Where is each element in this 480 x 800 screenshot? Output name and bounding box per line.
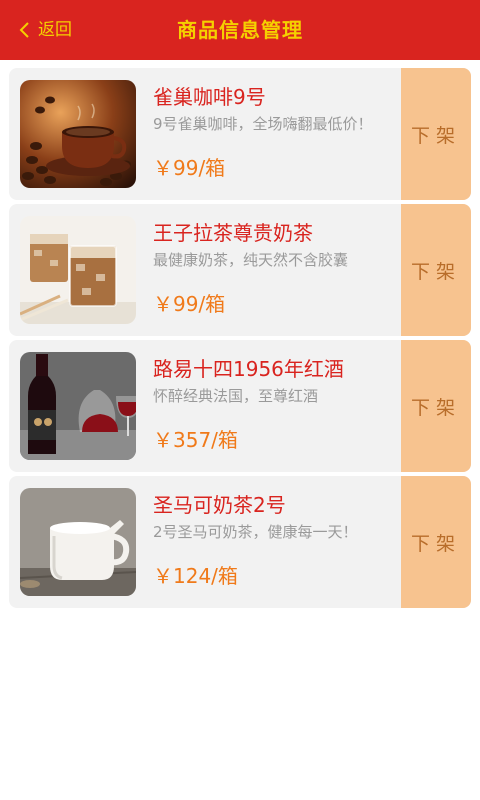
take-down-button[interactable]: 下架 (401, 340, 471, 472)
take-down-button[interactable]: 下架 (401, 204, 471, 336)
product-name: 圣马可奶茶2号 (153, 493, 286, 517)
product-price: ￥99/箱 (153, 156, 226, 180)
product-image-coffee[interactable] (20, 80, 136, 188)
product-price: ￥124/箱 (153, 564, 238, 588)
product-desc: 9号雀巢咖啡，全场嗨翻最低价！ (153, 115, 373, 133)
product-desc: 2号圣马可奶茶，健康每一天！ (153, 523, 358, 541)
product-image-milk-tea[interactable] (20, 216, 136, 324)
back-button[interactable]: 返回 (18, 18, 72, 42)
product-card[interactable]: 圣马可奶茶2号 2号圣马可奶茶，健康每一天！ ￥124/箱 下架 (9, 476, 471, 608)
chevron-left-icon (18, 21, 32, 39)
product-image-red-wine[interactable] (20, 352, 136, 460)
product-desc: 最健康奶茶，纯天然不含胶囊 (153, 251, 349, 269)
page-title: 商品信息管理 (177, 18, 303, 42)
product-name: 雀巢咖啡9号 (153, 85, 266, 109)
product-card[interactable]: 路易十四1956年红酒 怀醉经典法国，至尊红酒 ￥357/箱 下架 (9, 340, 471, 472)
product-desc: 怀醉经典法国，至尊红酒 (153, 387, 319, 405)
product-image-milk-pitcher[interactable] (20, 488, 136, 596)
back-label: 返回 (38, 20, 72, 40)
product-card[interactable]: 王子拉茶尊贵奶茶 最健康奶茶，纯天然不含胶囊 ￥99/箱 下架 (9, 204, 471, 336)
product-price: ￥357/箱 (153, 428, 238, 452)
take-down-button[interactable]: 下架 (401, 476, 471, 608)
product-price: ￥99/箱 (153, 292, 226, 316)
app-header: 返回 商品信息管理 (0, 0, 480, 60)
take-down-button[interactable]: 下架 (401, 68, 471, 200)
product-name: 路易十四1956年红酒 (153, 357, 344, 381)
product-list: 雀巢咖啡9号 9号雀巢咖啡，全场嗨翻最低价！ ￥99/箱 下架 王子拉茶尊贵奶茶… (9, 68, 471, 612)
product-name: 王子拉茶尊贵奶茶 (153, 221, 313, 245)
product-card[interactable]: 雀巢咖啡9号 9号雀巢咖啡，全场嗨翻最低价！ ￥99/箱 下架 (9, 68, 471, 200)
